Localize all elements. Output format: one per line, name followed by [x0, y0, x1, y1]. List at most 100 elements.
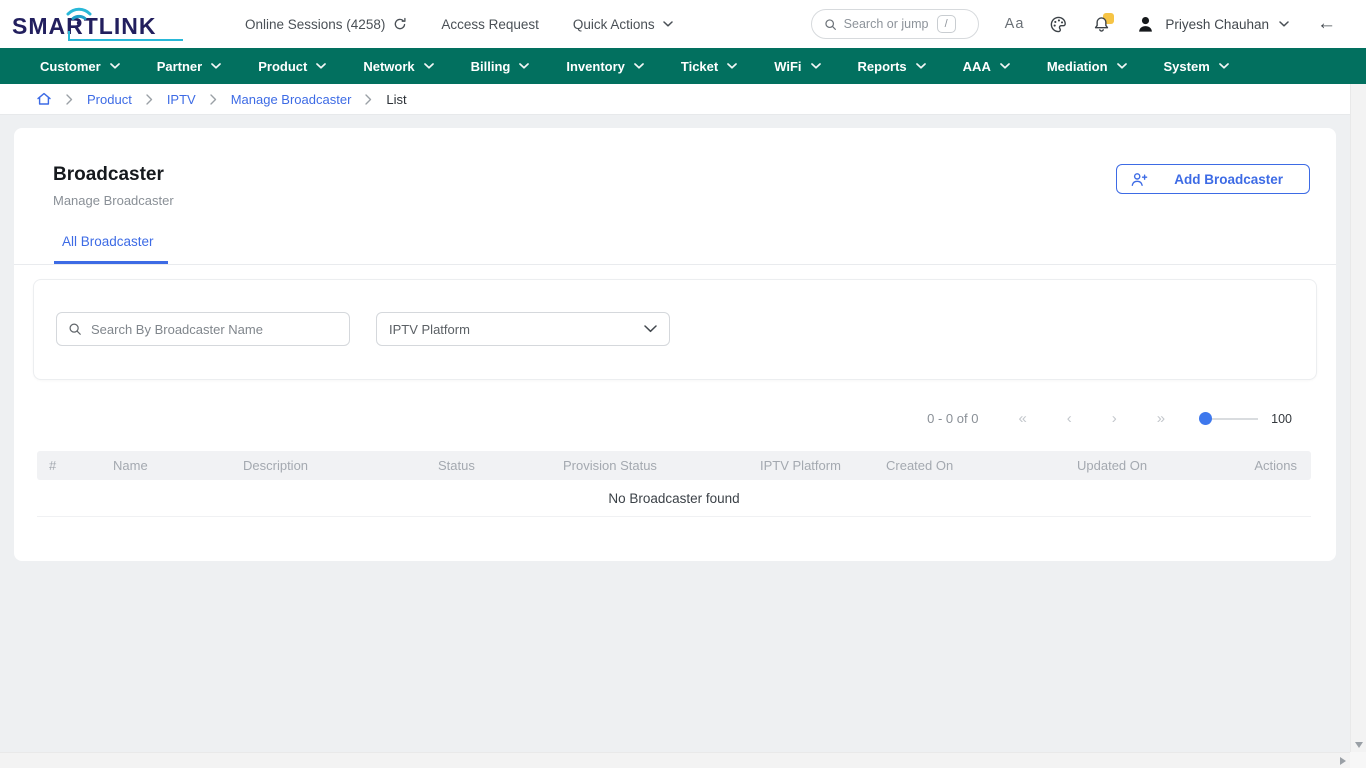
last-page-button[interactable]: » — [1137, 410, 1185, 427]
table-column-header: # — [49, 458, 113, 473]
table-column-header: Name — [113, 458, 243, 473]
page-size-slider[interactable] — [1199, 412, 1258, 425]
person-add-icon — [1131, 172, 1148, 187]
theme-palette-icon[interactable] — [1050, 16, 1067, 33]
refresh-icon[interactable] — [393, 17, 407, 31]
smartlink-logo[interactable]: SMARTLINK — [12, 4, 187, 44]
font-size-toggle[interactable]: Aa — [1005, 16, 1025, 32]
logo-underline — [68, 39, 183, 41]
nav-menu-item[interactable]: Mediation — [1047, 59, 1127, 74]
breadcrumb-link[interactable]: List — [386, 92, 406, 107]
nav-item-label: AAA — [963, 59, 991, 74]
chevron-down-icon — [1279, 21, 1289, 27]
chevron-down-icon — [110, 63, 120, 69]
broadcaster-table: # Name Description Status Provision Stat… — [37, 451, 1311, 517]
title-block: Broadcaster Manage Broadcaster — [53, 164, 174, 208]
nav-menu-item[interactable]: Reports — [858, 59, 926, 74]
slider-track — [1210, 418, 1258, 420]
chevron-down-icon — [1117, 63, 1127, 69]
filter-panel: IPTV Platform — [33, 279, 1317, 380]
nav-item-label: WiFi — [774, 59, 801, 74]
access-request-link[interactable]: Access Request — [441, 17, 539, 32]
horizontal-scrollbar[interactable] — [0, 752, 1350, 768]
page-title: Broadcaster — [53, 164, 174, 186]
chevron-down-icon — [811, 63, 821, 69]
scroll-down-arrow-icon[interactable] — [1355, 742, 1363, 748]
vertical-scrollbar[interactable] — [1350, 84, 1366, 752]
nav-item-label: Ticket — [681, 59, 718, 74]
next-page-button[interactable]: › — [1092, 410, 1137, 427]
empty-state-message: No Broadcaster found — [608, 491, 739, 506]
broadcaster-card: Broadcaster Manage Broadcaster Add Broad… — [14, 128, 1336, 561]
table-column-header: Actions — [1205, 458, 1297, 473]
broadcaster-search-field[interactable] — [56, 312, 350, 346]
chevron-down-icon — [519, 63, 529, 69]
quick-actions-menu[interactable]: Quick Actions — [573, 17, 673, 32]
nav-item-label: Mediation — [1047, 59, 1108, 74]
add-broadcaster-button[interactable]: Add Broadcaster — [1116, 164, 1310, 194]
table-column-header: Created On — [886, 458, 1077, 473]
nav-menu-item[interactable]: Billing — [471, 59, 530, 74]
wifi-logo-icon — [64, 5, 94, 25]
broadcaster-search-input[interactable] — [91, 322, 339, 337]
breadcrumb-link[interactable]: Manage Broadcaster — [231, 92, 352, 107]
nav-menu-item[interactable]: Partner — [157, 59, 222, 74]
breadcrumb: Product IPTV Manage Broadcaster List — [0, 84, 1350, 115]
header-links: Online Sessions (4258) Access Request Qu… — [245, 17, 673, 32]
first-page-button[interactable]: « — [998, 410, 1046, 427]
nav-menu-item[interactable]: System — [1164, 59, 1229, 74]
avatar — [1136, 15, 1155, 34]
nav-menu-item[interactable]: Ticket — [681, 59, 737, 74]
chevron-down-icon — [1000, 63, 1010, 69]
chevron-down-icon — [316, 63, 326, 69]
collapse-arrow-icon[interactable]: ← — [1317, 13, 1336, 35]
nav-menu-item[interactable]: Customer — [40, 59, 120, 74]
breadcrumb-items: Product IPTV Manage Broadcaster List — [66, 92, 407, 107]
nav-item-label: Partner — [157, 59, 203, 74]
nav-item-label: Reports — [858, 59, 907, 74]
iptv-platform-select[interactable]: IPTV Platform — [376, 312, 670, 346]
user-name: Priyesh Chauhan — [1165, 17, 1269, 32]
card-header: Broadcaster Manage Broadcaster Add Broad… — [14, 164, 1336, 208]
table-header-row: # Name Description Status Provision Stat… — [37, 451, 1311, 480]
search-icon — [68, 322, 82, 336]
nav-item-label: Billing — [471, 59, 511, 74]
chevron-down-icon — [211, 63, 221, 69]
slash-shortcut-key: / — [937, 15, 956, 33]
table-column-header: IPTV Platform — [760, 458, 886, 473]
chevron-down-icon — [916, 63, 926, 69]
iptv-platform-value: IPTV Platform — [389, 322, 644, 337]
chevron-down-icon — [663, 21, 673, 27]
table-column-header: Provision Status — [563, 458, 760, 473]
nav-item-label: System — [1164, 59, 1210, 74]
home-icon[interactable] — [36, 91, 52, 107]
breadcrumb-link[interactable]: Product — [87, 92, 132, 107]
tab-bar: All Broadcaster — [14, 234, 1336, 265]
chevron-down-icon — [1219, 63, 1229, 69]
add-broadcaster-label: Add Broadcaster — [1174, 172, 1283, 187]
previous-page-button[interactable]: ‹ — [1047, 410, 1092, 427]
global-search[interactable]: / — [811, 9, 979, 39]
chevron-right-icon — [365, 94, 372, 105]
main-content: Broadcaster Manage Broadcaster Add Broad… — [0, 128, 1350, 561]
nav-item-label: Inventory — [566, 59, 625, 74]
chevron-down-icon — [644, 325, 657, 333]
access-request-label: Access Request — [441, 17, 539, 32]
nav-menu-item[interactable]: Product — [258, 59, 326, 74]
global-search-input[interactable] — [844, 17, 930, 31]
scroll-right-arrow-icon[interactable] — [1340, 757, 1346, 765]
online-sessions[interactable]: Online Sessions (4258) — [245, 17, 407, 32]
user-menu[interactable]: Priyesh Chauhan — [1136, 15, 1289, 34]
nav-item-label: Customer — [40, 59, 101, 74]
nav-menu-item[interactable]: Inventory — [566, 59, 644, 74]
main-navbar: Customer Partner Product Network — [0, 48, 1366, 84]
table-column-header: Updated On — [1077, 458, 1205, 473]
breadcrumb-link[interactable]: IPTV — [167, 92, 196, 107]
nav-menu-item[interactable]: Network — [363, 59, 433, 74]
slider-handle[interactable] — [1199, 412, 1212, 425]
nav-menu-item[interactable]: WiFi — [774, 59, 820, 74]
nav-menu-item[interactable]: AAA — [963, 59, 1010, 74]
notifications-bell-icon[interactable] — [1093, 16, 1110, 33]
tab-all-broadcaster[interactable]: All Broadcaster — [54, 234, 168, 264]
pagination-range: 0 - 0 of 0 — [927, 411, 978, 426]
